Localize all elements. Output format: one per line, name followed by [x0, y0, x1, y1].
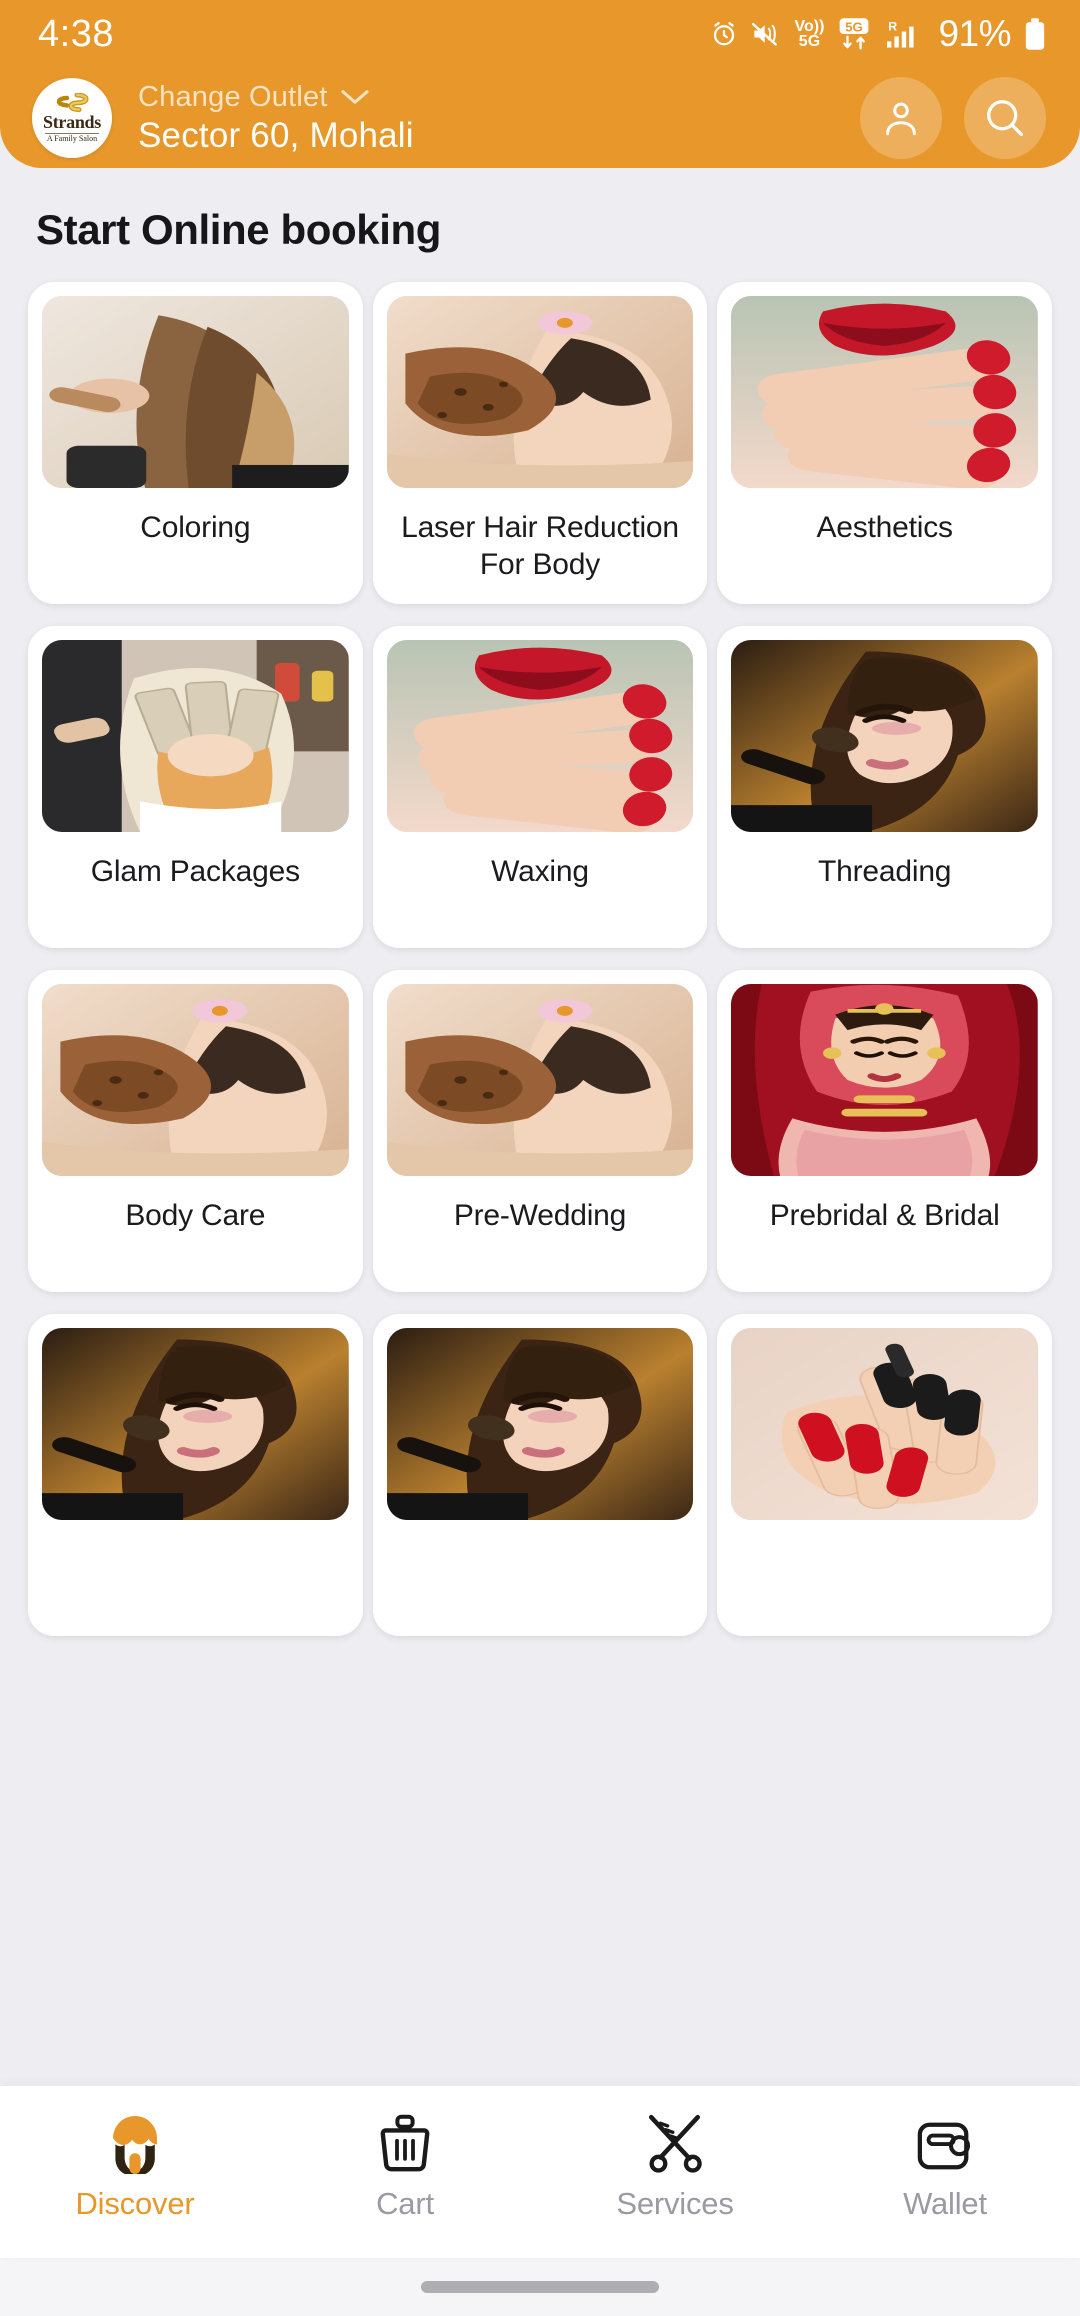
- change-outlet-label: Change Outlet: [138, 80, 328, 113]
- bride-photo: [731, 984, 1038, 1176]
- outlet-selector[interactable]: Change Outlet Sector 60, Mohali: [138, 81, 414, 156]
- app-header: Strands A Family Salon Change Outlet Sec…: [0, 68, 1080, 168]
- mute-icon: [751, 22, 777, 46]
- bottom-navigation: Discover Cart Services Wallet: [0, 2086, 1080, 2258]
- nav-item-discover[interactable]: Discover: [0, 2108, 270, 2222]
- service-card[interactable]: Pre-Wedding: [372, 970, 708, 1292]
- service-card[interactable]: [717, 1314, 1052, 1636]
- gesture-bar: [0, 2258, 1080, 2316]
- profile-button[interactable]: [860, 77, 942, 159]
- svg-text:R: R: [889, 19, 898, 33]
- service-card[interactable]: Coloring: [28, 282, 363, 604]
- battery-icon: [1025, 18, 1045, 50]
- header-actions: [860, 77, 1046, 159]
- gesture-pill[interactable]: [421, 2281, 659, 2293]
- service-card-label: Aesthetics: [816, 511, 953, 544]
- nav-label-services: Services: [616, 2186, 734, 2221]
- service-card-label: Waxing: [491, 855, 589, 888]
- service-card[interactable]: Body Care: [28, 970, 363, 1292]
- service-card-label: Glam Packages: [90, 855, 300, 888]
- service-card[interactable]: Aesthetics: [717, 282, 1052, 604]
- nav-item-wallet[interactable]: Wallet: [810, 2108, 1080, 2222]
- hair-coloring-photo: [42, 296, 349, 488]
- service-card[interactable]: Prebridal & Bridal: [717, 970, 1052, 1292]
- main-content: Start Online booking Coloring Laser Hair…: [0, 168, 1080, 2316]
- nav-label-wallet: Wallet: [903, 2186, 987, 2221]
- service-card[interactable]: [28, 1314, 363, 1636]
- service-grid: Coloring Laser Hair Reduction For Body A…: [0, 254, 1080, 1636]
- body-scrub-photo: [42, 984, 349, 1176]
- body-scrub-photo: [386, 984, 694, 1176]
- service-card-label: Threading: [818, 855, 952, 888]
- alarm-icon: [713, 22, 734, 46]
- outlet-name: Sector 60, Mohali: [138, 115, 414, 155]
- body-scrub-photo: [386, 296, 694, 488]
- cart-basket-icon: [377, 2108, 433, 2174]
- red-nails-lips-photo: [731, 296, 1038, 488]
- 5g-data-icon: 5G: [840, 18, 869, 50]
- service-card-label: Laser Hair Reduction For Body: [401, 511, 679, 581]
- nav-label-cart: Cart: [376, 2186, 434, 2221]
- hair-foils-photo: [42, 640, 349, 832]
- scissors-icon: [644, 2108, 706, 2174]
- status-time: 4:38: [38, 13, 114, 55]
- nav-item-cart[interactable]: Cart: [270, 2108, 540, 2222]
- status-icon-group: Vo)) 5G 5G R 91%: [709, 13, 1046, 55]
- nav-label-discover: Discover: [75, 2186, 195, 2221]
- change-outlet-row[interactable]: Change Outlet: [138, 81, 414, 114]
- roaming-signal-icon: R: [887, 19, 915, 48]
- makeup-brush-photo: [386, 1328, 694, 1520]
- search-button[interactable]: [964, 77, 1046, 159]
- search-icon: [987, 100, 1024, 137]
- service-card[interactable]: Laser Hair Reduction For Body: [372, 282, 708, 604]
- status-bar: 4:38 Vo)) 5G 5G R 91%: [0, 0, 1080, 68]
- logo-tagline: A Family Salon: [46, 134, 98, 143]
- red-nails-lips-photo: [386, 640, 694, 832]
- brand-logo: Strands A Family Salon: [32, 78, 112, 158]
- service-card[interactable]: [372, 1314, 708, 1636]
- service-card-label: Prebridal & Bridal: [769, 1199, 1000, 1232]
- discover-face-icon: [105, 2108, 165, 2174]
- profile-icon: [886, 102, 916, 136]
- logo-brand-name: Strands: [43, 112, 101, 132]
- service-card-label: Body Care: [125, 1199, 266, 1232]
- battery-percent: 91%: [938, 13, 1011, 54]
- service-card[interactable]: Waxing: [372, 626, 708, 948]
- volte-5g-icon: Vo)) 5G: [794, 17, 825, 50]
- nav-item-services[interactable]: Services: [540, 2108, 810, 2222]
- service-card[interactable]: Threading: [717, 626, 1052, 948]
- wallet-icon: [916, 2108, 974, 2174]
- service-card-label: Pre-Wedding: [453, 1199, 627, 1232]
- makeup-brush-photo: [731, 640, 1038, 832]
- makeup-brush-photo: [42, 1328, 349, 1520]
- svg-text:5G: 5G: [846, 19, 863, 34]
- red-black-nails-photo: [731, 1328, 1038, 1520]
- page-title: Start Online booking: [36, 206, 442, 253]
- service-card-label: Coloring: [140, 511, 251, 544]
- service-card[interactable]: Glam Packages: [28, 626, 363, 948]
- chevron-down-icon: [341, 90, 369, 104]
